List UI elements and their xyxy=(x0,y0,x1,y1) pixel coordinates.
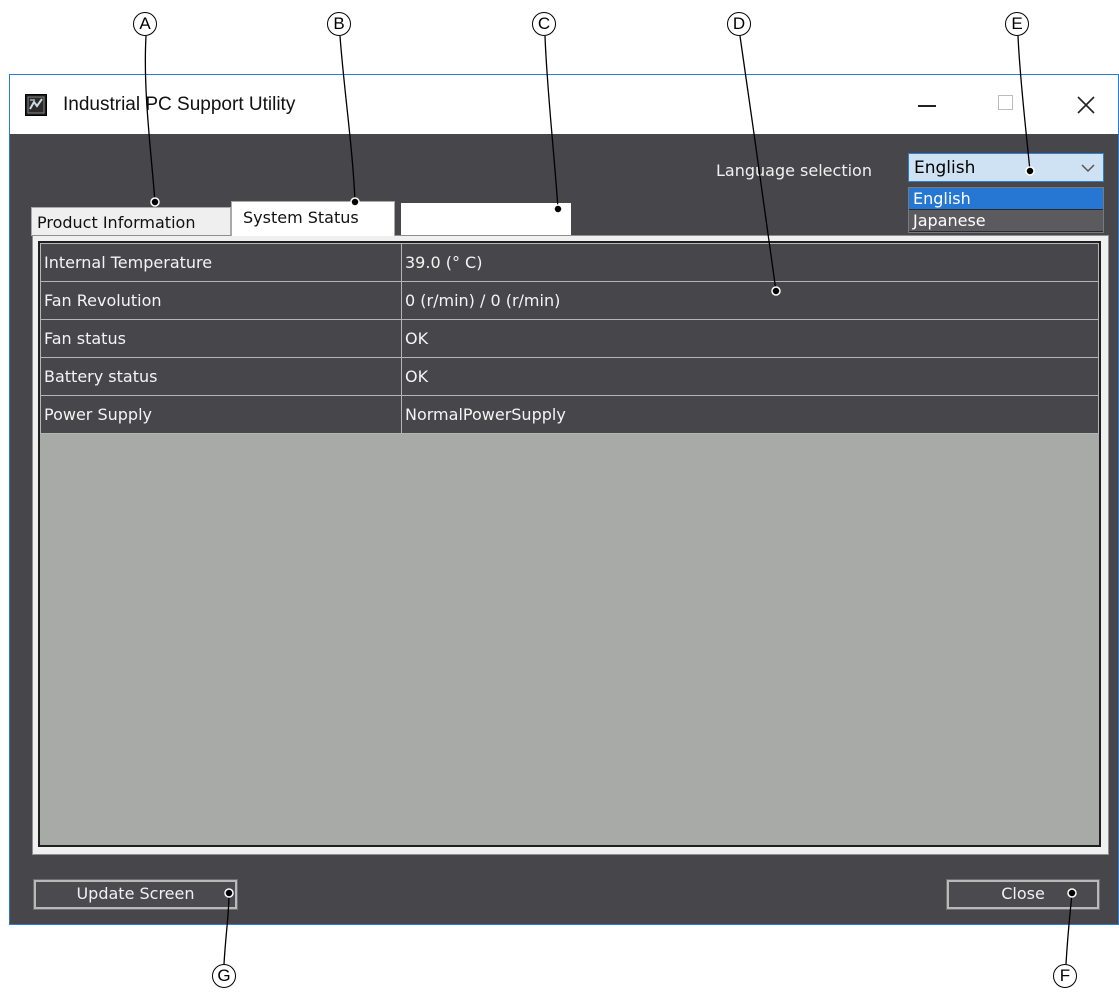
callout-b: B xyxy=(327,12,351,36)
callout-e: E xyxy=(1005,12,1029,36)
status-item-name: Fan status xyxy=(40,319,402,358)
status-item-value: 0 (r/min) / 0 (r/min) xyxy=(401,281,1099,320)
status-item-name: Battery status xyxy=(40,357,402,396)
callout-a: A xyxy=(133,12,157,36)
status-item-value: 39.0 (° C) xyxy=(401,243,1099,282)
callout-f: F xyxy=(1053,964,1077,988)
table-row[interactable]: Battery status OK xyxy=(40,357,1099,396)
chevron-down-icon xyxy=(1077,156,1099,178)
status-item-name: Fan Revolution xyxy=(40,281,402,320)
title-bar[interactable]: Industrial PC Support Utility xyxy=(10,75,1118,134)
status-item-value: OK xyxy=(401,357,1099,396)
callout-c: C xyxy=(532,12,556,36)
table-row[interactable]: Internal Temperature 39.0 (° C) xyxy=(40,243,1099,282)
callout-d: D xyxy=(727,12,751,36)
client-area: Language selection English English Japan… xyxy=(10,134,1118,924)
table-row[interactable]: Power Supply NormalPowerSupply xyxy=(40,395,1099,434)
close-icon[interactable] xyxy=(1062,87,1108,123)
status-table: Internal Temperature 39.0 (° C) Fan Revolu… xyxy=(40,243,1099,434)
callout-g: G xyxy=(212,964,236,988)
language-select-value: English xyxy=(914,158,976,178)
tab-system-status-label: System Status xyxy=(243,208,359,227)
close-button[interactable]: Close xyxy=(946,879,1100,910)
system-status-page: Internal Temperature 39.0 (° C) Fan Revolu… xyxy=(32,235,1109,855)
status-item-value: OK xyxy=(401,319,1099,358)
tab-blank[interactable] xyxy=(401,203,571,236)
language-select[interactable]: English xyxy=(908,153,1104,182)
minimize-icon[interactable] xyxy=(905,87,951,123)
language-selection-label: Language selection xyxy=(716,161,872,180)
language-option-english[interactable]: English xyxy=(909,188,1103,209)
language-option-japanese[interactable]: Japanese xyxy=(909,210,1103,231)
table-row[interactable]: Fan Revolution 0 (r/min) / 0 (r/min) xyxy=(40,281,1099,320)
maximize-icon[interactable] xyxy=(985,87,1031,123)
window-title: Industrial PC Support Utility xyxy=(63,94,296,115)
tab-product-information-label: Product Information xyxy=(37,213,196,232)
status-grid[interactable]: Internal Temperature 39.0 (° C) Fan Revolu… xyxy=(38,241,1101,847)
tab-system-status[interactable]: System Status xyxy=(231,201,395,236)
update-screen-button[interactable]: Update Screen xyxy=(33,879,238,910)
status-item-name: Power Supply xyxy=(40,395,402,434)
table-row[interactable]: Fan status OK xyxy=(40,319,1099,358)
language-dropdown-list: English Japanese xyxy=(908,187,1104,233)
app-icon xyxy=(25,94,47,116)
status-item-name: Internal Temperature xyxy=(40,243,402,282)
app-window: Industrial PC Support Utility Language s… xyxy=(9,74,1119,925)
status-item-value: NormalPowerSupply xyxy=(401,395,1099,434)
tab-product-information[interactable]: Product Information xyxy=(31,207,231,236)
